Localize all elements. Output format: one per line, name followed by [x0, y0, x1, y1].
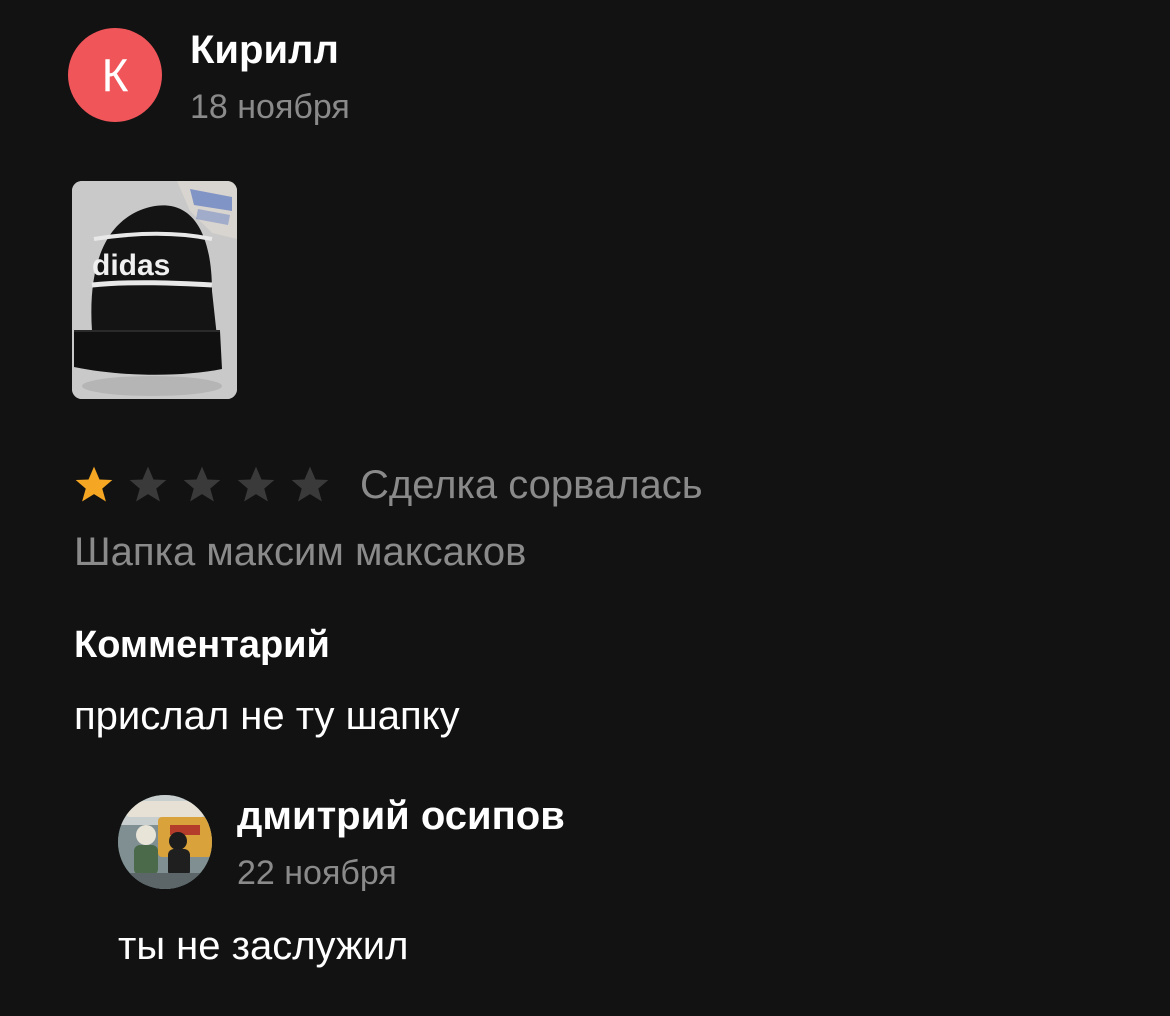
star-empty-icon: [234, 463, 278, 507]
author-initial: К: [101, 49, 129, 101]
rating: Сделка сорвалась: [72, 460, 703, 510]
review-date: 18 ноября: [190, 88, 350, 126]
reply-avatar-image: [118, 795, 212, 889]
review-photo[interactable]: didas: [72, 181, 237, 399]
author-avatar[interactable]: К: [68, 28, 162, 122]
reply-author-name[interactable]: дмитрий осипов: [237, 794, 565, 839]
comment-text: прислал не ту шапку: [74, 694, 460, 738]
hat-logo-text: didas: [92, 249, 170, 282]
reply-text: ты не заслужил: [118, 924, 409, 968]
reply-avatar[interactable]: [118, 795, 212, 889]
hat-photo-image: didas: [72, 181, 237, 399]
star-empty-icon: [180, 463, 224, 507]
review-card: К Кирилл 18 ноября didas Сделка сорвалас…: [0, 0, 1170, 1016]
star-filled-icon: [72, 463, 116, 507]
star-empty-icon: [288, 463, 332, 507]
item-title[interactable]: Шапка максим максаков: [74, 530, 526, 575]
comment-heading: Комментарий: [74, 624, 330, 666]
star-empty-icon: [126, 463, 170, 507]
author-name[interactable]: Кирилл: [190, 28, 339, 73]
reply-date: 22 ноября: [237, 854, 397, 892]
deal-status: Сделка сорвалась: [360, 462, 703, 507]
